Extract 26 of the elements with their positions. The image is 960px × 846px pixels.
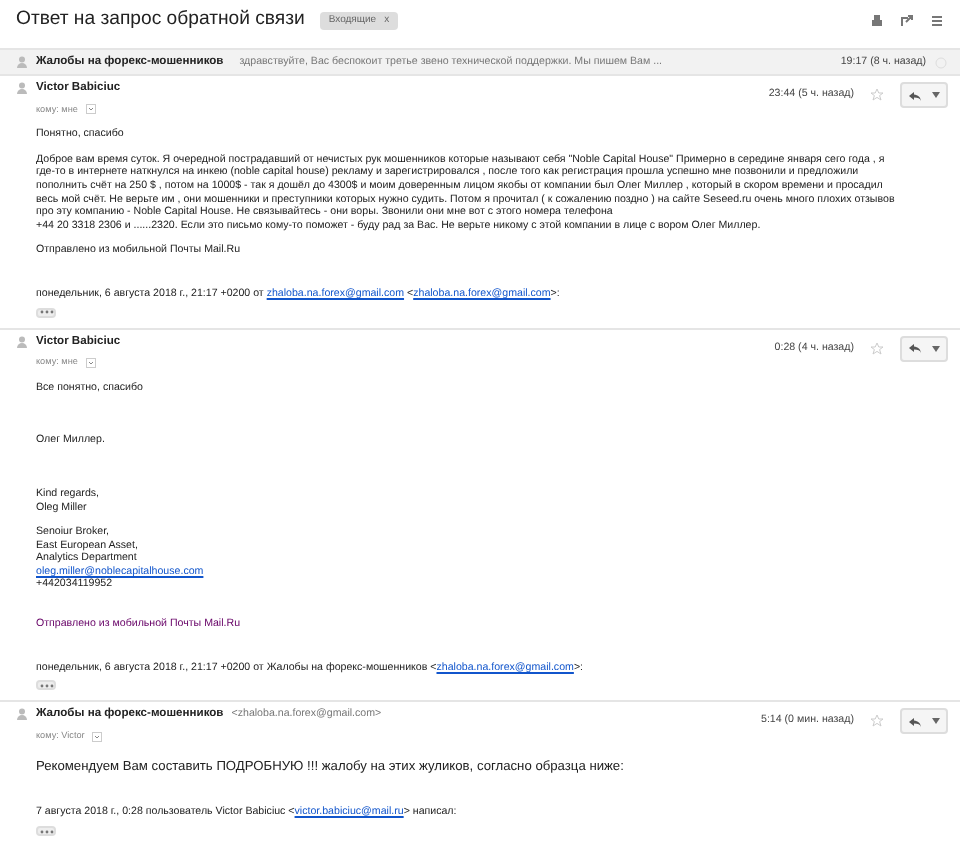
caret-icon[interactable] [85,104,96,115]
reply-icon [908,715,922,728]
reply-button[interactable] [900,82,948,108]
person-icon [16,56,28,68]
reply-button[interactable] [900,708,948,735]
caret-icon [932,345,940,352]
caret-icon[interactable] [92,731,103,742]
more-icon [39,829,53,834]
reply-icon [908,342,922,355]
person-icon [16,708,28,721]
person-icon [16,82,28,94]
thread-subject: Ответ на запрос обратной связи [16,8,305,32]
reply-button[interactable] [900,335,948,362]
more-icon [39,683,53,688]
show-trimmed-button[interactable] [36,680,56,691]
print-icon[interactable] [870,13,884,27]
print-all-icon[interactable] [930,13,944,27]
show-trimmed-button[interactable] [36,826,56,837]
more-icon [39,310,53,315]
person-icon [16,335,28,348]
caret-icon[interactable] [85,357,96,368]
caret-icon [932,718,940,725]
new-window-icon[interactable] [900,13,914,27]
caret-icon [932,92,940,98]
show-trimmed-button[interactable] [36,307,56,318]
reply-icon [908,89,922,101]
